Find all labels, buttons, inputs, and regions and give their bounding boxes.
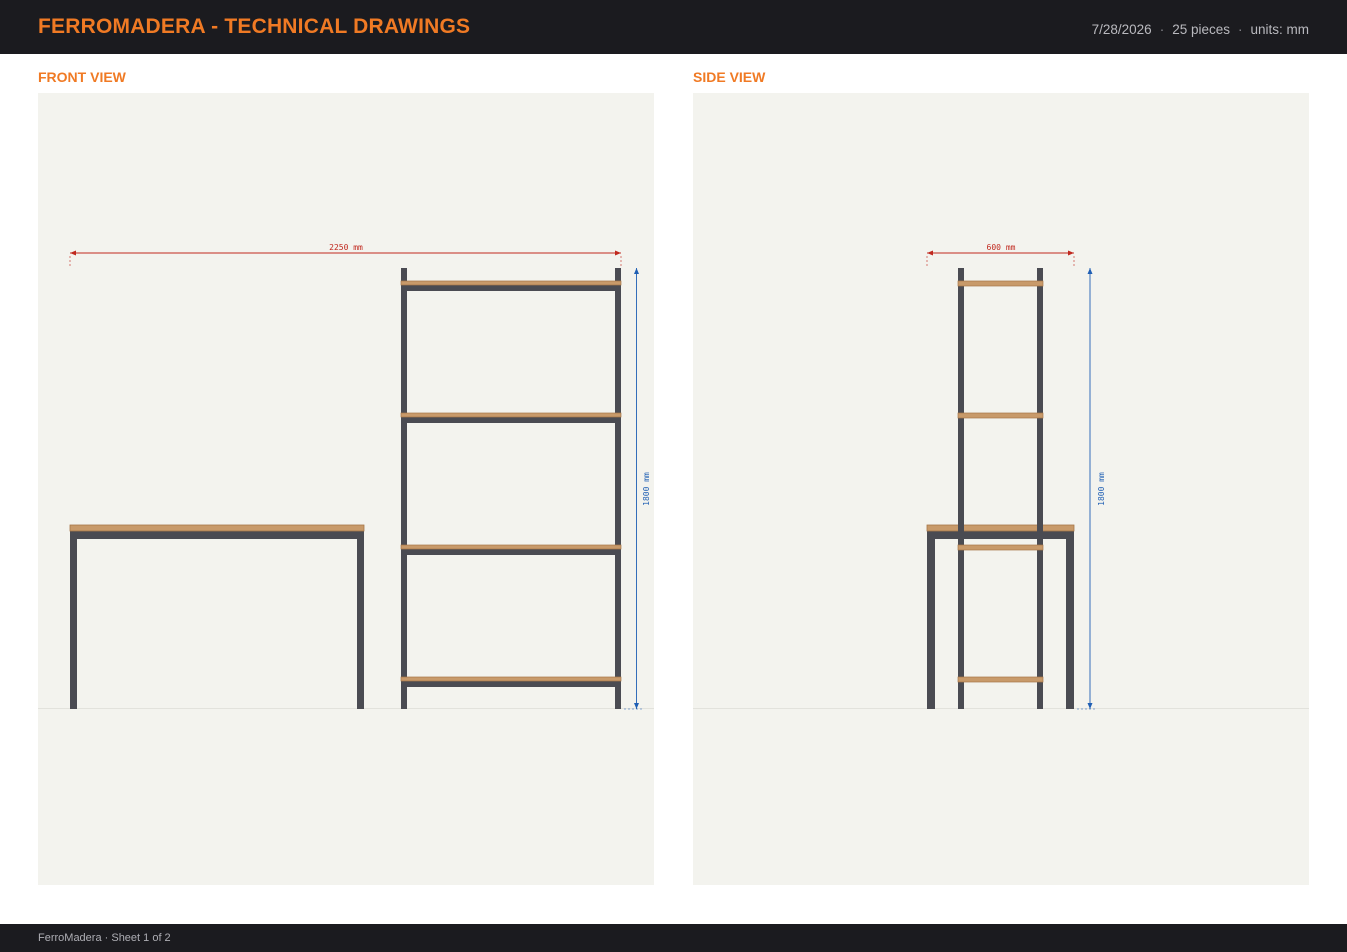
meta-separator: · bbox=[1237, 21, 1243, 37]
height-dimension: 1800 mm bbox=[1077, 268, 1106, 710]
side-view-label: SIDE VIEW bbox=[693, 69, 766, 85]
width-dimension: 600 mm bbox=[926, 242, 1075, 268]
width-dim-label: 2250 mm bbox=[329, 243, 363, 252]
table-apron bbox=[927, 531, 1074, 539]
table-leg-right bbox=[1066, 531, 1074, 709]
footer-bar: FerroMadera · Sheet 1 of 2 bbox=[0, 924, 1347, 952]
header-bar: FERROMADERA - TECHNICAL DRAWINGS 7/28/20… bbox=[0, 0, 1347, 54]
width-dim-label: 600 mm bbox=[987, 243, 1016, 252]
height-dim-label: 1800 mm bbox=[1097, 472, 1106, 506]
side-view-panel: 600 mm 1800 mm bbox=[693, 93, 1309, 885]
date-text: 7/28/2026 bbox=[1091, 21, 1152, 37]
table-front bbox=[69, 524, 365, 709]
table-leg-left bbox=[70, 531, 77, 709]
shelf-board bbox=[957, 544, 1044, 551]
shelf-unit-side bbox=[957, 268, 1044, 709]
page-title: FERROMADERA - TECHNICAL DRAWINGS bbox=[38, 14, 471, 38]
table-leg-right bbox=[357, 531, 364, 709]
front-view-label: FRONT VIEW bbox=[38, 69, 126, 85]
height-dim-label: 1800 mm bbox=[642, 472, 651, 506]
shelf-post-right bbox=[1037, 268, 1043, 709]
shelf-board bbox=[400, 412, 622, 418]
width-dimension: 2250 mm bbox=[69, 242, 622, 268]
shelf-board bbox=[400, 544, 622, 550]
meta-separator: · bbox=[1159, 21, 1165, 37]
shelf-post-left bbox=[958, 268, 964, 709]
pieces-count: 25 pieces bbox=[1172, 21, 1230, 37]
header-meta: 7/28/2026 · 25 pieces · units: mm bbox=[1092, 22, 1309, 37]
table-top bbox=[926, 524, 1075, 532]
shelf-board bbox=[400, 280, 622, 286]
side-view-drawing: 600 mm 1800 mm bbox=[693, 242, 1309, 710]
shelf-post-right bbox=[615, 268, 621, 709]
shelf-board bbox=[957, 412, 1044, 419]
shelf-board bbox=[957, 676, 1044, 683]
height-dimension: 1800 mm bbox=[624, 268, 651, 710]
shelf-unit-front bbox=[400, 268, 622, 709]
footer-text: FerroMadera · Sheet 1 of 2 bbox=[38, 932, 171, 944]
table-apron bbox=[70, 531, 364, 539]
table-top bbox=[69, 524, 365, 532]
front-view-drawing: 2250 mm 1800 mm bbox=[38, 242, 654, 710]
front-view-panel: 2250 mm 1800 mm bbox=[38, 93, 654, 885]
shelf-post-left bbox=[401, 268, 407, 709]
shelf-board bbox=[957, 280, 1044, 287]
table-leg-left bbox=[927, 531, 935, 709]
units-text: units: mm bbox=[1250, 21, 1309, 37]
shelf-board bbox=[400, 676, 622, 682]
